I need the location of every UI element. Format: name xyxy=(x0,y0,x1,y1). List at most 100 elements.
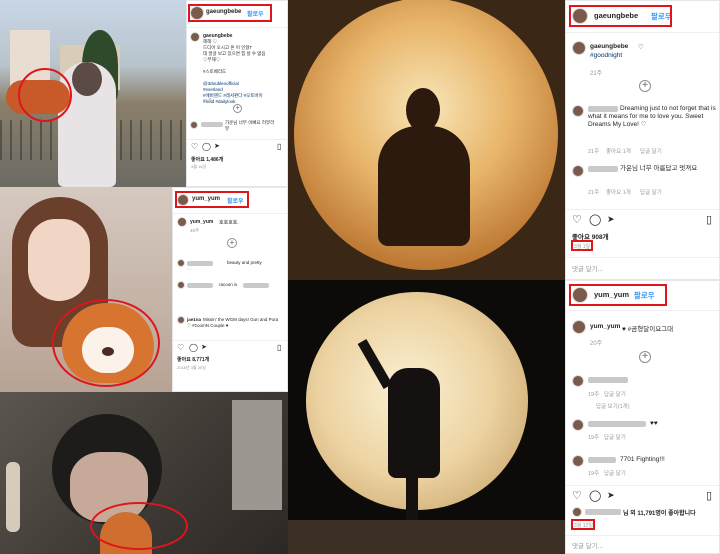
post3-photo[interactable] xyxy=(288,0,565,280)
comment-text: racoon is xyxy=(219,282,238,287)
caption-username[interactable]: yum_yum xyxy=(190,219,213,225)
highlight-box xyxy=(188,4,272,22)
comment-text: 가운님 너무 아름답고 멋져요 xyxy=(620,165,698,172)
comment-time: 19주 xyxy=(588,435,600,441)
highlight-box xyxy=(175,191,249,208)
post4-video-still[interactable] xyxy=(0,392,288,554)
share-icon[interactable]: ➤ xyxy=(607,490,615,501)
avatar[interactable] xyxy=(572,41,586,55)
avatar[interactable] xyxy=(177,217,187,227)
avatar[interactable] xyxy=(190,32,200,42)
post1-photo[interactable] xyxy=(0,0,186,187)
add-comment-icon[interactable]: + xyxy=(639,80,651,92)
post-date: 2018년 3월 30일 xyxy=(177,365,206,370)
post2-panel: yum_yum 팔로우 yum_yum 호호호호. 46주 + beauty a… xyxy=(172,187,288,392)
face xyxy=(28,219,90,301)
comment-likes[interactable]: 좋아요 1개 xyxy=(606,188,631,196)
comment-likes[interactable]: 좋아요 1개 xyxy=(606,147,631,155)
likes-count[interactable]: 좋아요 8,771개 xyxy=(177,356,209,363)
caption-emoji: ♡ xyxy=(638,44,644,51)
avatar[interactable] xyxy=(572,165,584,177)
add-comment-icon[interactable]: + xyxy=(639,351,651,363)
avatar[interactable] xyxy=(572,375,584,387)
post2-header: yum_yum 팔로우 xyxy=(173,188,287,214)
heart-icon[interactable]: ♡ xyxy=(191,142,198,151)
bookmark-icon[interactable]: ▯ xyxy=(277,343,281,352)
add-comment-icon[interactable]: + xyxy=(233,104,242,113)
post-date: 3월 16일 xyxy=(191,164,207,169)
divider xyxy=(173,340,287,341)
comment-icon[interactable]: ◯ xyxy=(589,489,601,502)
post4-photo[interactable] xyxy=(288,280,565,554)
comment-icon[interactable]: ◯ xyxy=(589,213,601,226)
caption-hashtag[interactable]: #goodnight xyxy=(590,52,622,59)
comment-text: 7701 Fighting!!! xyxy=(620,456,665,463)
divider xyxy=(566,535,719,536)
lamp-glow xyxy=(6,462,20,532)
post-time: 46주 xyxy=(190,228,200,233)
comment-time: 21주 xyxy=(588,190,600,196)
post-time: 20주 xyxy=(590,341,603,347)
caption-username[interactable]: yum_yum xyxy=(590,323,620,330)
comment-icon[interactable]: ◯ xyxy=(189,343,198,352)
caption: 호호호호. xyxy=(219,220,239,226)
avatar[interactable] xyxy=(572,320,586,334)
bookmark-icon[interactable]: ▯ xyxy=(706,213,712,226)
heart-icon[interactable]: ♡ xyxy=(177,343,184,352)
post1-panel: gaeungbebe 팔로우 gaeungbebe 헤헤 ♡ 드디어 오시고 온… xyxy=(186,0,288,187)
post4-header: yum_yum 팔로우 xyxy=(566,281,719,311)
reply-button[interactable]: 답글 달기 xyxy=(604,390,626,398)
add-comment-input[interactable]: 댓글 달기... xyxy=(572,263,603,273)
avatar[interactable] xyxy=(177,281,185,289)
avatar[interactable] xyxy=(572,419,584,431)
comment-text: Missin' the WGM days! Gun and Pora ♡ #zo… xyxy=(187,317,279,328)
reply-button[interactable]: 답글 달기 xyxy=(640,188,662,196)
caption-username[interactable]: gaeungbebe xyxy=(590,43,628,50)
post3-panel: gaeungbebe 팔로우 gaeungbebe ♡ #goodnight 2… xyxy=(565,0,720,280)
reply-button[interactable]: 답글 달기 xyxy=(604,469,626,477)
blurred-username xyxy=(585,509,621,515)
view-replies[interactable]: 답글 보기(1개) xyxy=(596,402,630,410)
highlight-box xyxy=(569,284,667,306)
reply-button[interactable]: 답글 달기 xyxy=(604,433,626,441)
bookmark-icon[interactable]: ▯ xyxy=(706,489,712,502)
post-time: 21주 xyxy=(203,98,213,103)
highlight-box xyxy=(571,519,595,530)
bookmark-icon[interactable]: ▯ xyxy=(277,142,281,151)
caption: 헤헤 ♡ 드디어 오시고 온 이 인형T 데 얼굴 보고 있으면 힘 살 수 없… xyxy=(203,39,287,105)
share-icon[interactable]: ➤ xyxy=(214,142,220,150)
blurred-username xyxy=(187,283,213,288)
floor xyxy=(288,520,565,554)
blurred-username xyxy=(588,421,646,427)
likes-count[interactable]: 좋아요 1,486개 xyxy=(191,156,223,163)
reply-button[interactable]: 답글 달기 xyxy=(640,147,662,155)
highlight-box xyxy=(569,5,672,27)
comment-time: 21주 xyxy=(588,149,600,155)
avatar[interactable] xyxy=(572,507,582,517)
avatar[interactable] xyxy=(572,455,584,467)
person-head xyxy=(72,62,102,96)
post2-photo[interactable] xyxy=(0,187,172,392)
divider xyxy=(566,485,719,486)
caption: ♥ #곰형달이요그대 xyxy=(622,326,674,333)
comment-time: 19주 xyxy=(588,392,600,398)
caption-hashtag[interactable]: #ootd #dailylook xyxy=(203,99,287,105)
window xyxy=(232,400,282,510)
heart-icon[interactable]: ♡ xyxy=(572,213,582,226)
comment-meta: ····· xyxy=(187,268,193,272)
avatar[interactable] xyxy=(190,121,198,129)
comment-text: 가운님 너무 이뻐요 러뷰러뷰 xyxy=(225,120,275,131)
avatar[interactable] xyxy=(177,316,185,324)
avatar[interactable] xyxy=(177,259,185,267)
likes-count[interactable]: 님 외 11,791명이 좋아합니다 xyxy=(623,508,696,517)
add-comment-icon[interactable]: + xyxy=(227,238,237,248)
heart-icon[interactable]: ♡ xyxy=(572,489,582,502)
share-icon[interactable]: ➤ xyxy=(607,214,615,225)
blurred-text xyxy=(243,283,269,288)
highlight-oval xyxy=(52,299,160,387)
add-comment-input[interactable]: 댓글 달기... xyxy=(572,540,603,550)
avatar[interactable] xyxy=(572,105,584,117)
blurred-username xyxy=(201,122,223,127)
comment-icon[interactable]: ◯ xyxy=(202,142,211,151)
share-icon[interactable]: ➤ xyxy=(201,343,207,351)
